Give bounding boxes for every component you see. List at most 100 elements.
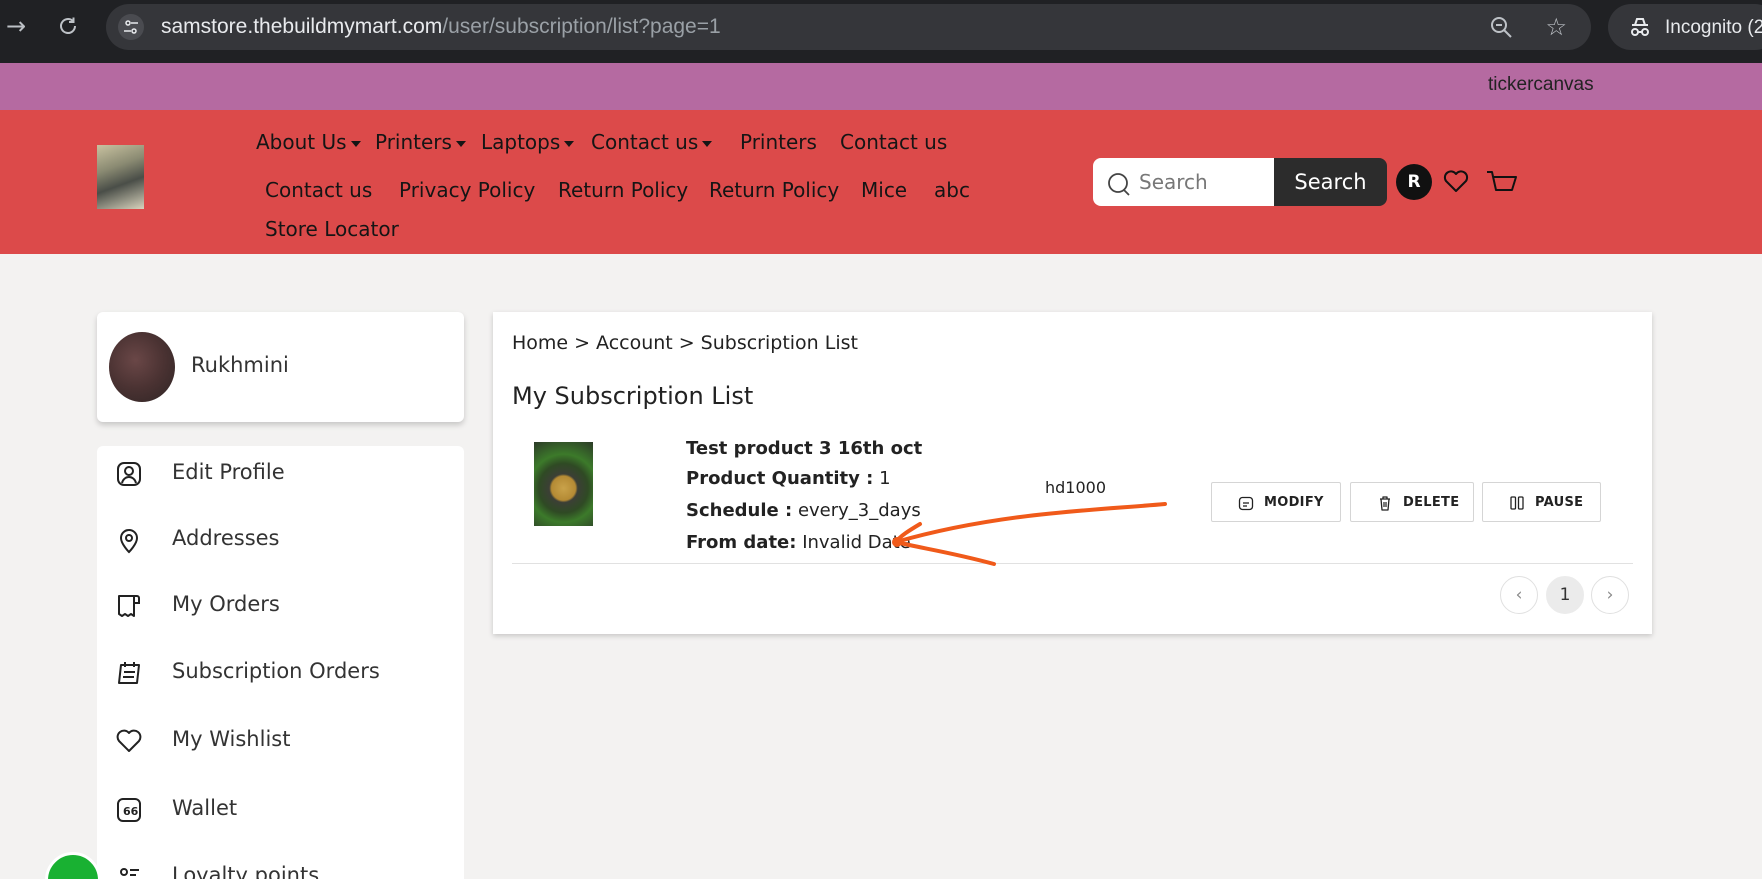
annotation-arrow — [892, 502, 1167, 566]
cart-basket-icon[interactable] — [1486, 169, 1518, 197]
edit-icon — [1238, 495, 1254, 515]
calendar-icon — [115, 659, 143, 687]
incognito-label: Incognito (2) — [1665, 17, 1762, 38]
loyalty-icon — [115, 863, 143, 879]
nav-contact-us-2[interactable]: Contact us — [265, 178, 372, 202]
nav-label: Printers — [375, 130, 452, 154]
quantity-label: Product Quantity : — [686, 468, 874, 489]
menu-my-orders[interactable]: My Orders — [97, 578, 464, 634]
profile-name: Rukhmini — [191, 353, 289, 377]
toolbar-divider — [0, 54, 1762, 63]
pagination-prev[interactable]: ‹ — [1500, 576, 1538, 614]
forward-icon[interactable]: → — [0, 10, 32, 42]
breadcrumb-current: Subscription List — [700, 332, 858, 354]
nav-about-us[interactable]: About Us — [256, 130, 361, 154]
breadcrumb-separator: > — [574, 332, 591, 354]
search-button[interactable]: Search — [1274, 158, 1387, 206]
pause-label: PAUSE — [1535, 495, 1584, 510]
menu-label: My Wishlist — [172, 727, 291, 751]
from-date-label: From date: — [686, 532, 797, 553]
nav-contact-us[interactable]: Contact us — [840, 130, 947, 154]
pause-icon — [1509, 495, 1525, 515]
menu-wallet[interactable]: 66 Wallet — [97, 782, 464, 838]
user-avatar-button[interactable]: R — [1396, 164, 1432, 200]
url-host: samstore.thebuildmymart.com — [161, 15, 443, 38]
bookmark-star-icon[interactable]: ☆ — [1545, 15, 1567, 39]
search-icon — [1107, 172, 1131, 200]
trash-icon — [1377, 495, 1393, 515]
nav-mice[interactable]: Mice — [861, 178, 907, 202]
url-path: /user/subscription/list?page=1 — [442, 15, 721, 38]
nav-return-policy-2[interactable]: Return Policy — [709, 178, 839, 202]
reload-icon[interactable] — [52, 10, 84, 42]
ticker-text: tickercanvas — [1488, 74, 1594, 95]
menu-subscription-orders[interactable]: Subscription Orders — [97, 645, 464, 701]
modify-label: MODIFY — [1264, 495, 1324, 510]
wallet-icon: 66 — [115, 796, 143, 824]
account-menu: Edit Profile Addresses My Orders Subscri… — [97, 446, 464, 879]
nav-laptops[interactable]: Laptops — [481, 130, 575, 154]
site-info-icon[interactable] — [118, 14, 144, 40]
quantity-value: 1 — [879, 468, 891, 489]
menu-label: Addresses — [172, 526, 280, 550]
wishlist-heart-icon[interactable] — [1443, 169, 1469, 197]
breadcrumb-separator: > — [678, 332, 695, 354]
receipt-icon — [115, 592, 143, 620]
store-logo[interactable] — [97, 145, 144, 209]
nav-printers[interactable]: Printers — [740, 130, 817, 154]
incognito-indicator[interactable]: Incognito (2) — [1608, 4, 1762, 50]
caret-down-icon — [350, 140, 361, 147]
caret-down-icon — [455, 140, 466, 147]
nav-label: Laptops — [481, 130, 561, 154]
caret-down-icon — [702, 140, 713, 147]
breadcrumb-home[interactable]: Home — [512, 332, 568, 354]
address-bar[interactable]: samstore.thebuildmymart.com/user/subscri… — [106, 4, 1591, 50]
delete-label: DELETE — [1403, 495, 1460, 510]
menu-label: Edit Profile — [172, 460, 285, 484]
incognito-icon — [1628, 16, 1652, 44]
whatsapp-chat-icon[interactable] — [45, 852, 101, 879]
zoom-icon[interactable] — [1489, 15, 1513, 43]
pause-button[interactable]: PAUSE — [1482, 482, 1601, 522]
menu-loyalty-points[interactable]: Loyalty points — [97, 849, 464, 879]
nav-privacy-policy[interactable]: Privacy Policy — [399, 178, 535, 202]
delete-button[interactable]: DELETE — [1350, 482, 1474, 522]
menu-addresses[interactable]: Addresses — [97, 512, 464, 568]
product-from-date: From date: Invalid Date — [686, 532, 911, 553]
svg-text:66: 66 — [123, 805, 139, 818]
url-text[interactable]: samstore.thebuildmymart.com/user/subscri… — [161, 15, 721, 39]
menu-label: Subscription Orders — [172, 659, 380, 683]
menu-edit-profile[interactable]: Edit Profile — [97, 446, 464, 502]
user-square-icon — [115, 460, 143, 488]
product-quantity: Product Quantity : 1 — [686, 468, 891, 489]
nav-store-locator[interactable]: Store Locator — [265, 217, 399, 241]
subscription-panel: Home > Account > Subscription List My Subscr… — [493, 312, 1652, 634]
breadcrumb-account[interactable]: Account — [596, 332, 673, 354]
menu-label: Wallet — [172, 796, 238, 820]
nav-label: Contact us — [591, 130, 699, 154]
nav-printers-dropdown[interactable]: Printers — [375, 130, 466, 154]
nav-contact-us-dropdown[interactable]: Contact us — [591, 130, 713, 154]
menu-label: Loyalty points — [172, 863, 320, 879]
page-title: My Subscription List — [512, 382, 754, 410]
search-input[interactable] — [1139, 169, 1269, 195]
menu-my-wishlist[interactable]: My Wishlist — [97, 713, 464, 769]
pagination-page-1[interactable]: 1 — [1546, 576, 1584, 614]
product-name[interactable]: Test product 3 16th oct — [686, 438, 922, 459]
menu-label: My Orders — [172, 592, 280, 616]
pagination-next[interactable]: › — [1591, 576, 1629, 614]
search-box — [1093, 158, 1274, 206]
caret-down-icon — [564, 140, 575, 147]
modify-button[interactable]: MODIFY — [1211, 482, 1341, 522]
breadcrumb: Home > Account > Subscription List — [512, 332, 858, 354]
nav-label: About Us — [256, 130, 347, 154]
product-image[interactable] — [534, 442, 593, 526]
schedule-label: Schedule : — [686, 500, 793, 521]
nav-return-policy[interactable]: Return Policy — [558, 178, 688, 202]
nav-abc[interactable]: abc — [934, 178, 970, 202]
profile-avatar — [109, 332, 175, 402]
profile-card: Rukhmini — [97, 312, 464, 422]
browser-toolbar: → samstore.thebuildmymart.com/user/subsc… — [0, 0, 1762, 54]
ticker-bar: tickercanvas — [0, 63, 1762, 110]
heart-icon — [115, 727, 143, 755]
